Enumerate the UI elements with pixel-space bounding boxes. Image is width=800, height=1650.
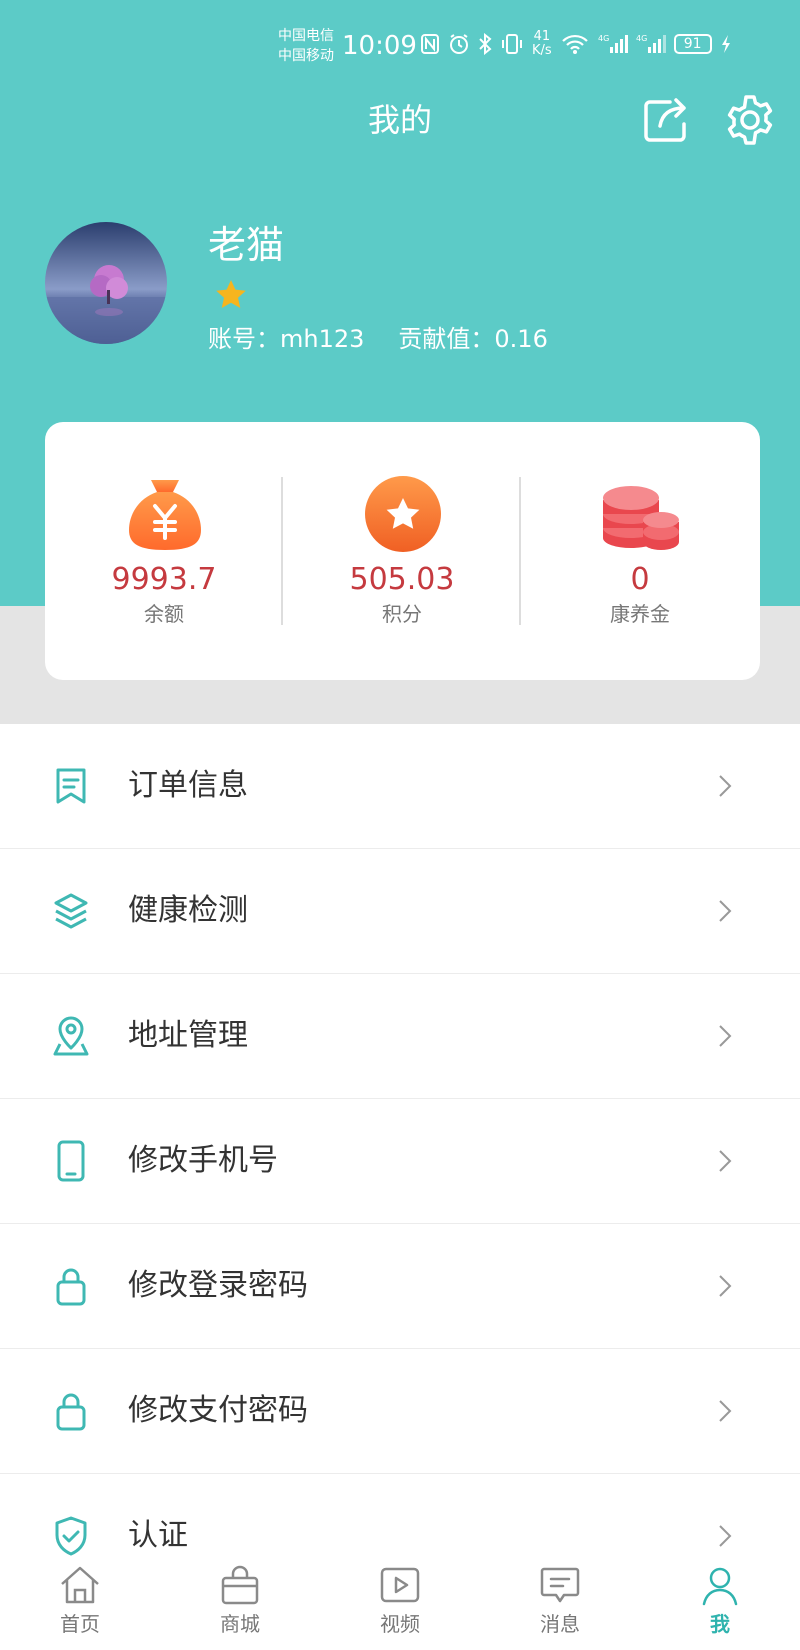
battery-level: 91: [673, 34, 712, 54]
account-field: 账号：mh123: [208, 322, 364, 356]
user-icon: [702, 1567, 738, 1606]
svg-text:4G: 4G: [598, 34, 609, 43]
nav-item-me[interactable]: 我: [640, 1564, 800, 1650]
menu-item-address[interactable]: 地址管理: [0, 974, 800, 1099]
lock-icon: [56, 1268, 86, 1306]
user-name: 老猫: [208, 223, 285, 267]
menu-label: 认证: [128, 1518, 188, 1553]
carrier-1: 中国电信: [278, 28, 334, 44]
order-bookmark-icon: [56, 768, 86, 804]
chevron-right-icon: [719, 900, 732, 922]
money-bag-icon: [129, 480, 201, 550]
menu-label: 修改手机号: [128, 1143, 278, 1178]
menu-label: 地址管理: [128, 1018, 248, 1053]
status-time: 10:09: [342, 31, 417, 61]
asset-points-label: 积分: [382, 602, 422, 626]
signal-1-icon: 4G: [598, 34, 628, 53]
nav-item-video[interactable]: 视频: [320, 1564, 480, 1650]
menu-list: 订单信息 健康检测 地址管理 修改手机号 修改登录密码 修改支付密码 认证: [0, 724, 800, 1564]
asset-kangyang-label: 康养金: [610, 602, 670, 626]
menu-label: 订单信息: [128, 768, 248, 803]
gear-icon[interactable]: [722, 92, 778, 148]
network-speed-unit: K/s: [532, 43, 552, 58]
nav-label: 我: [710, 1612, 730, 1636]
asset-balance-value: 9993.7: [111, 562, 217, 597]
asset-kangyang[interactable]: 0 康养金: [521, 422, 759, 680]
nav-label: 消息: [540, 1612, 580, 1636]
asset-points[interactable]: 505.03 积分: [283, 422, 521, 680]
nav-label: 视频: [380, 1612, 420, 1636]
asset-balance-label: 余额: [144, 602, 184, 626]
nfc-icon: [421, 34, 439, 54]
contribution-field: 贡献值：0.16: [398, 322, 547, 356]
location-pin-icon: [53, 1016, 89, 1056]
status-icons: 41 K/s 4G 4G 91: [420, 30, 732, 58]
account-label: 账号：: [208, 325, 280, 353]
points-star-icon: [365, 476, 441, 552]
share-icon[interactable]: [640, 94, 692, 146]
menu-item-phone[interactable]: 修改手机号: [0, 1099, 800, 1224]
bluetooth-icon: [479, 33, 492, 55]
chevron-right-icon: [719, 1025, 732, 1047]
nav-item-mall[interactable]: 商城: [160, 1564, 320, 1650]
carrier-info: 中国电信 中国移动: [278, 26, 334, 66]
menu-label: 修改登录密码: [128, 1268, 308, 1303]
nav-label: 商城: [220, 1612, 260, 1636]
chevron-right-icon: [719, 1150, 732, 1172]
assets-card: 9993.7 余额 505.03 积分 0 康养金: [45, 422, 760, 680]
nav-item-home[interactable]: 首页: [0, 1564, 160, 1650]
shield-check-icon: [55, 1516, 87, 1556]
chevron-right-icon: [719, 1400, 732, 1422]
signal-2-icon: 4G: [636, 34, 666, 53]
nav-item-messages[interactable]: 消息: [480, 1564, 640, 1650]
chevron-right-icon: [719, 1275, 732, 1297]
home-icon: [61, 1566, 99, 1604]
menu-label: 修改支付密码: [128, 1393, 308, 1428]
asset-balance[interactable]: 9993.7 余额: [45, 422, 283, 680]
account-value: mh123: [280, 325, 365, 353]
menu-item-health[interactable]: 健康检测: [0, 849, 800, 974]
contribution-value: 0.16: [494, 325, 548, 353]
nav-label: 首页: [60, 1612, 100, 1636]
asset-kangyang-value: 0: [630, 562, 650, 597]
coins-stack-icon: [603, 486, 679, 550]
network-speed-value: 41: [533, 29, 551, 44]
lock-icon: [56, 1393, 86, 1431]
chevron-right-icon: [719, 775, 732, 797]
svg-text:4G: 4G: [636, 34, 647, 43]
menu-item-orders[interactable]: 订单信息: [0, 724, 800, 849]
wifi-icon: [561, 34, 588, 54]
alarm-icon: [450, 34, 468, 54]
vibrate-icon: [502, 34, 522, 54]
contribution-label: 贡献值：: [398, 325, 495, 353]
charging-icon: [721, 35, 730, 53]
video-play-icon: [380, 1567, 420, 1603]
network-speed: 41 K/s: [532, 30, 552, 58]
menu-label: 健康检测: [128, 893, 248, 928]
avatar-image: [45, 222, 167, 344]
menu-item-login-password[interactable]: 修改登录密码: [0, 1224, 800, 1349]
menu-item-verification[interactable]: 认证: [0, 1474, 800, 1564]
level-star-icon: [216, 280, 246, 308]
menu-item-pay-password[interactable]: 修改支付密码: [0, 1349, 800, 1474]
account-info: 账号：mh123 贡献值：0.16: [208, 322, 548, 356]
status-bar: 中国电信 中国移动 10:09 41 K/s 4G 4G 91: [0, 0, 800, 90]
asset-points-value: 505.03: [349, 562, 455, 597]
carrier-2: 中国移动: [278, 48, 334, 64]
phone-icon: [57, 1140, 85, 1182]
shopping-bag-icon: [221, 1565, 259, 1605]
avatar[interactable]: [45, 222, 167, 344]
message-icon: [540, 1567, 580, 1603]
bottom-nav: 首页 商城 视频 消息 我: [0, 1564, 800, 1650]
chevron-right-icon: [719, 1525, 732, 1547]
layers-icon: [54, 893, 88, 929]
